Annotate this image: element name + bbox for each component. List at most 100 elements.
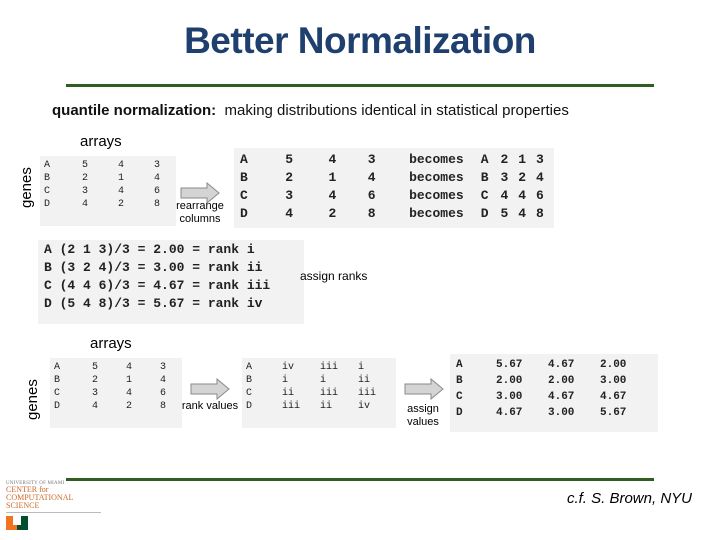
table-cell: 3 <box>92 388 99 399</box>
row-label: D <box>456 407 463 419</box>
table-row: A 5 4 3 becomes A 2 1 3 <box>240 150 548 168</box>
assign-values-caption: assign values <box>396 403 450 429</box>
ranked-matrix-table: Aiv iii i Bi i ii Cii iii iii Diii ii iv <box>246 361 386 413</box>
genes-label-2: genes <box>24 379 41 420</box>
row-label: A <box>54 362 61 373</box>
table-cell: iii <box>320 362 339 373</box>
table-row: C 3 4 6 <box>44 185 168 198</box>
table-cell: D <box>480 205 489 221</box>
table-cell: 4 <box>328 187 337 203</box>
table-cell: 3 <box>285 187 294 203</box>
table-cell: 8 <box>154 199 161 210</box>
row-label: D <box>246 401 253 412</box>
table-cell: 3 <box>82 186 89 197</box>
table-cell: 2 <box>118 199 125 210</box>
original-matrix-2: A 5 4 3 B 2 1 4 C 3 4 6 D 4 2 8 <box>50 358 182 428</box>
original-matrix-table: A 5 4 3 B 2 1 4 C 3 4 6 D 4 2 8 <box>54 361 174 413</box>
table-row: D 4 2 8 becomes D 5 4 8 <box>240 204 548 222</box>
table-cell: A <box>480 151 489 167</box>
table-cell: 5.67 <box>496 359 523 371</box>
table-cell: 4.67 <box>496 407 523 419</box>
rank-line: D (5 4 8)/3 = 5.67 = rank iv <box>44 296 263 311</box>
caption-line: rearrange <box>176 200 224 212</box>
table-cell: ii <box>320 401 333 412</box>
table-cell: i <box>320 375 327 386</box>
rank-line: A (2 1 3)/3 = 2.00 = rank i <box>44 242 255 257</box>
table-cell: iv <box>282 362 295 373</box>
table-cell: 2.00 <box>548 375 575 387</box>
subtitle-definition: making distributions identical in statis… <box>224 102 569 119</box>
rearranged-matrix: A 5 4 3 becomes A 2 1 3 B 2 1 4 becomes B 3 2 4 C 3 4 6 become… <box>234 148 554 228</box>
table-cell: 4.67 <box>600 391 627 403</box>
table-row: Cii iii iii <box>246 387 386 400</box>
row-label: C <box>240 187 248 203</box>
row-label: C <box>246 388 253 399</box>
slide-title: Better Normalization <box>184 20 536 61</box>
row-label: A <box>240 151 248 167</box>
table-cell: 4 <box>500 187 509 203</box>
table-cell: iii <box>320 388 339 399</box>
credit-text: c.f. S. Brown, NYU <box>566 490 692 507</box>
table-cell: 3.00 <box>496 391 523 403</box>
table-row: Aiv iii i <box>246 361 386 374</box>
table-row: Diii ii iv <box>246 400 386 413</box>
table-cell: 2 <box>285 169 294 185</box>
table-cell: 5 <box>285 151 294 167</box>
row-label: B <box>44 173 51 184</box>
table-cell: 4 <box>126 362 133 373</box>
table-cell: 4 <box>536 169 544 185</box>
rank-line: C (4 4 6)/3 = 4.67 = rank iii <box>44 278 271 293</box>
table-cell: 4 <box>126 388 133 399</box>
table-row: A 5.67 4.67 2.00 <box>456 357 640 373</box>
table-cell: 6 <box>367 187 376 203</box>
table-cell: 3 <box>160 362 167 373</box>
row-label: D <box>54 401 61 412</box>
row-label: A <box>246 362 253 373</box>
table-cell: iii <box>282 401 301 412</box>
table-cell: 2 <box>82 173 89 184</box>
row-label: C <box>456 391 463 403</box>
table-row: D 4 2 8 <box>44 198 168 211</box>
table-row: B 2 1 4 becomes B 3 2 4 <box>240 168 548 186</box>
rearrange-caption: rearrange columns <box>168 200 232 226</box>
table-cell: 8 <box>160 401 167 412</box>
table-cell: ii <box>358 375 371 386</box>
table-cell: 4 <box>160 375 167 386</box>
row-label: B <box>54 375 61 386</box>
row-label: A <box>456 359 463 371</box>
table-cell: 5.67 <box>600 407 627 419</box>
table-row: B 2 1 4 <box>44 172 168 185</box>
table-row: C 3 4 6 <box>54 387 174 400</box>
arrow-right-icon <box>190 378 230 400</box>
table-cell: 3.00 <box>548 407 575 419</box>
table-cell: becomes <box>409 205 464 221</box>
arrow-right-icon <box>404 378 444 400</box>
caption-line: assign <box>407 403 439 415</box>
title-divider <box>66 84 654 87</box>
table-cell: 5 <box>92 362 99 373</box>
table-cell: 3 <box>367 151 376 167</box>
table-cell: becomes <box>409 169 464 185</box>
table-row: B 2.00 2.00 3.00 <box>456 373 640 389</box>
table-cell: 8 <box>536 205 544 221</box>
table-cell: 4 <box>518 187 527 203</box>
table-cell: iv <box>358 401 371 412</box>
arrays-label-1: arrays <box>80 133 122 150</box>
table-cell: 3 <box>500 169 509 185</box>
table-cell: 2.00 <box>496 375 523 387</box>
row-label: D <box>240 205 248 221</box>
table-cell: 5 <box>82 160 89 171</box>
table-row: A 5 4 3 <box>44 159 168 172</box>
table-cell: 5 <box>500 205 509 221</box>
result-matrix-table: A 5.67 4.67 2.00 B 2.00 2.00 3.00 C 3.00 4.67 4.67 D… <box>456 357 640 421</box>
caption-line: columns <box>179 213 221 225</box>
footer-divider <box>66 478 654 481</box>
table-row: D 4 2 8 <box>54 400 174 413</box>
table-cell: 4.67 <box>548 359 575 371</box>
table-row: A 5 4 3 <box>54 361 174 374</box>
table-row: C 3.00 4.67 4.67 <box>456 389 640 405</box>
rank-values-caption: rank values <box>181 400 239 412</box>
table-cell: 4.67 <box>548 391 575 403</box>
genes-label-1: genes <box>18 167 35 208</box>
table-cell: 8 <box>367 205 376 221</box>
